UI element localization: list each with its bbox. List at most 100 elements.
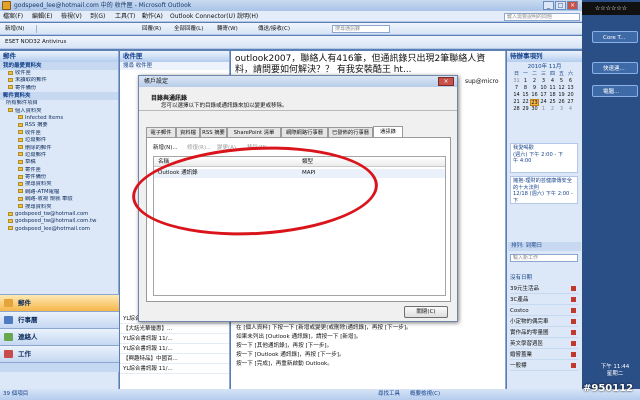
calendar-day[interactable]: 12 [557, 85, 566, 92]
menu-help[interactable]: 說明(H) [237, 11, 258, 22]
calendar-day[interactable]: 1 [521, 78, 530, 85]
summary-view-button[interactable]: 概要檢視(C) [410, 389, 440, 400]
reply-all-button[interactable]: 全部回覆(L) [172, 24, 205, 34]
tab-internet-calendars[interactable]: 網際網路行事曆 [281, 127, 328, 137]
calendar-day[interactable]: 3 [557, 106, 566, 113]
account-folder[interactable]: godspeed_tw@hotmail.com.tw [0, 218, 118, 225]
flag-icon[interactable] [571, 363, 576, 368]
nav-contacts-button[interactable]: 連絡人 [0, 328, 119, 345]
calendar-day[interactable]: 24 [539, 99, 548, 106]
tree-item[interactable]: 垃圾郵件 [0, 137, 118, 144]
account-folder[interactable]: godspeed_tw@hotmail.com [0, 211, 118, 218]
message-row[interactable]: 【興趣特品】中國百... [120, 354, 229, 364]
calendar-day[interactable]: 7 [512, 85, 521, 92]
flag-icon[interactable] [571, 286, 576, 291]
flag-icon[interactable] [571, 297, 576, 302]
calendar-day[interactable]: 9 [530, 85, 539, 92]
task-row[interactable]: 小定物的偶完車 [510, 317, 578, 327]
flag-icon[interactable] [571, 341, 576, 346]
nav-tasks-button[interactable]: 工作 [0, 345, 119, 362]
calendar-day[interactable]: 6 [566, 78, 575, 85]
calendar-day[interactable]: 11 [548, 85, 557, 92]
calendar-day[interactable]: 30 [530, 106, 539, 113]
task-row[interactable]: 英文學習週區 [510, 339, 578, 349]
calendar-day[interactable]: 2 [548, 106, 557, 113]
tree-item[interactable]: 網路-收視 規就 車險 [0, 196, 118, 203]
calendar-day[interactable]: 29 [521, 106, 530, 113]
menu-file[interactable]: 檔案(F) [3, 11, 23, 22]
calendar-day[interactable]: 17 [539, 92, 548, 99]
menu-edit[interactable]: 編輯(E) [32, 11, 52, 22]
calendar-day[interactable]: 3 [539, 78, 548, 85]
minimize-button[interactable]: _ [543, 1, 554, 10]
flag-icon[interactable] [571, 319, 576, 324]
calendar-day[interactable]: 27 [566, 99, 575, 106]
task-row[interactable]: 一般標 [510, 361, 578, 371]
tab-published-calendars[interactable]: 已發佈的行事曆 [328, 127, 373, 137]
dialog-close-icon[interactable]: × [438, 77, 454, 86]
task-row[interactable]: 39元生活品 [510, 284, 578, 294]
nav-mail-button[interactable]: 郵件 [0, 294, 119, 311]
change-button[interactable]: 變更(A)... [217, 144, 241, 152]
address-book-search-input[interactable]: 搜尋通訊錄 [332, 25, 390, 33]
tree-item[interactable]: 草稿 [0, 159, 118, 166]
task-row[interactable]: 實作品的零量圖 [510, 328, 578, 338]
tree-item[interactable]: 寄件匣 [0, 167, 118, 174]
nav-mini-buttons[interactable] [0, 362, 119, 372]
account-folder[interactable]: godspeed_lee@hotmail.com [0, 226, 118, 233]
message-row[interactable]: YL綜合書訊報 11/... [120, 334, 229, 344]
nav-calendar-button[interactable]: 行事曆 [0, 311, 119, 328]
mail-folders-header[interactable]: 郵件資料夾 [0, 92, 118, 101]
help-search-input[interactable]: 鍵入需要說明的問題 [504, 13, 580, 21]
message-row[interactable]: YL綜合書訊報 11/... [120, 364, 229, 374]
calendar-day[interactable]: 25 [548, 99, 557, 106]
tree-item[interactable]: 搜尋資料夾 [0, 181, 118, 188]
eset-antivirus-button[interactable]: ESET NOD32 Antivirus [3, 37, 68, 47]
calendar-day[interactable]: 1 [539, 106, 548, 113]
calendar-day[interactable]: 8 [521, 85, 530, 92]
appointment-card[interactable]: 擁抱-理財的芸健康傳安全的十大法則 12/18 (週六) 下午 2:00 - 下 [510, 176, 578, 204]
calendar-day[interactable]: 20 [566, 92, 575, 99]
new-button[interactable]: 新增(N) [3, 24, 26, 34]
task-row[interactable]: Costco [510, 306, 578, 316]
favorite-inbox[interactable]: 收件匣 [0, 70, 118, 77]
menu-tools[interactable]: 工具(T) [115, 11, 135, 22]
tree-item[interactable]: RSS 摘要 [0, 122, 118, 129]
calendar-day[interactable]: 31 [512, 78, 521, 85]
calendar-day[interactable]: 26 [557, 99, 566, 106]
message-row[interactable]: 【大話光華優惠】... [120, 324, 229, 334]
gadget-computer[interactable]: 電腦... [592, 85, 638, 97]
tab-email[interactable]: 電子郵件 [146, 127, 176, 137]
maximize-button[interactable]: □ [555, 1, 566, 10]
task-row[interactable]: 婚嘗蓋業 [510, 350, 578, 360]
menu-go[interactable]: 到(G) [90, 11, 105, 22]
new-task-input[interactable]: 輸入新工作 [510, 254, 578, 262]
tree-item[interactable]: 網路-ATM電檔 [0, 189, 118, 196]
remove-button[interactable]: 移除(M) [247, 144, 267, 152]
tab-address-books[interactable]: 通訊錄 [373, 126, 403, 137]
calendar-day[interactable]: 19 [557, 92, 566, 99]
dialog-close-button[interactable]: 關閉(C) [404, 306, 448, 318]
calendar-day[interactable]: 18 [548, 92, 557, 99]
maillist-search-label[interactable]: 搜尋 收件匣 [120, 62, 229, 70]
column-name[interactable]: 名稱 [158, 157, 169, 167]
all-mail-items[interactable]: 所有郵件項目 [0, 100, 118, 107]
address-book-row[interactable]: Outlook 通訊錄 MAPI [154, 169, 445, 178]
gadget-quick-launch[interactable]: 快速連... [592, 62, 638, 74]
task-row[interactable]: 3C產品 [510, 295, 578, 305]
gadget-core-temp[interactable]: Core T... [592, 31, 638, 43]
calendar-day[interactable]: 13 [566, 85, 575, 92]
favorite-sent[interactable]: 寄件備份 [0, 85, 118, 92]
tab-sharepoint-lists[interactable]: SharePoint 清單 [227, 127, 281, 137]
forward-button[interactable]: 轉寄(W) [215, 24, 240, 34]
menu-outlook-connector[interactable]: Outlook Connector(U) [170, 11, 235, 22]
flag-icon[interactable] [571, 308, 576, 313]
calendar-day[interactable]: 21 [512, 99, 521, 106]
tree-item[interactable]: Infected Items [0, 115, 118, 122]
reply-button[interactable]: 回覆(R) [140, 24, 163, 34]
calendar-day[interactable]: 5 [557, 78, 566, 85]
tree-item[interactable]: 垃圾郵件 [0, 152, 118, 159]
calendar-day[interactable]: 10 [539, 85, 548, 92]
task-arrange-header[interactable]: 排列: 到期日 [508, 242, 581, 251]
flag-icon[interactable] [571, 352, 576, 357]
